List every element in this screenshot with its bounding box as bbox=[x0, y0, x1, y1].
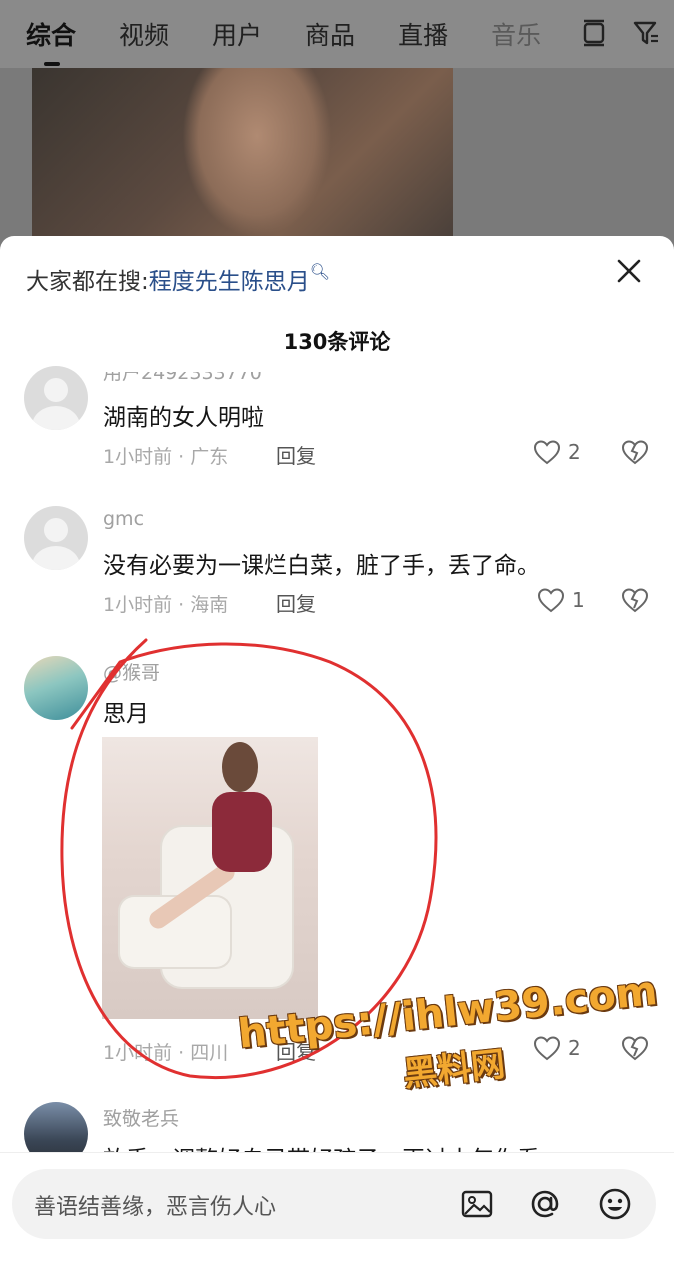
comment-username[interactable]: 致敬老兵 bbox=[103, 1104, 179, 1131]
reply-button[interactable]: 回复 bbox=[276, 440, 316, 469]
tab-music[interactable]: 音乐 bbox=[491, 16, 541, 52]
tab-products[interactable]: 商品 bbox=[305, 16, 355, 52]
comment-username[interactable]: gmc bbox=[103, 508, 144, 530]
comment-username[interactable]: @猴哥 bbox=[103, 658, 160, 685]
like-count: 1 bbox=[572, 588, 585, 612]
comment-meta: 1小时前 · 四川 bbox=[103, 1042, 229, 1064]
tab-users[interactable]: 用户 bbox=[212, 16, 262, 52]
reply-button[interactable]: 回复 bbox=[276, 588, 316, 617]
like-button[interactable]: 1 bbox=[536, 586, 585, 614]
comment-input[interactable]: 善语结善缘，恶言伤人心 bbox=[12, 1169, 656, 1239]
heart-icon bbox=[533, 440, 561, 465]
search-suggestion-prefix: 大家都在搜: bbox=[26, 269, 149, 295]
search-icon: 🔍︎ bbox=[309, 262, 331, 281]
comment-sheet: 大家都在搜:程度先生陈思月🔍︎ 130条评论 用户2492333770 湖南的女… bbox=[0, 236, 674, 1280]
tab-video[interactable]: 视频 bbox=[119, 16, 169, 52]
tabs: 综合 视频 用户 商品 直播 音乐 bbox=[0, 16, 541, 52]
comment-text: 湖南的女人明啦 bbox=[103, 405, 264, 431]
comment-text: 思月 bbox=[103, 701, 149, 727]
search-suggestion[interactable]: 大家都在搜:程度先生陈思月🔍︎ bbox=[26, 262, 330, 296]
comment-item: 用户2492333770 湖南的女人明啦 1小时前 · 广东 回复 2 bbox=[0, 362, 674, 472]
comment-meta: 1小时前 · 广东 bbox=[103, 446, 229, 468]
like-count: 2 bbox=[568, 440, 581, 464]
search-suggestion-term[interactable]: 程度先生陈思月 bbox=[149, 269, 310, 295]
avatar[interactable] bbox=[24, 656, 88, 720]
comment-meta: 1小时前 · 海南 bbox=[103, 594, 229, 616]
tab-live[interactable]: 直播 bbox=[398, 16, 448, 52]
comment-username[interactable]: 用户2492333770 bbox=[103, 372, 262, 385]
comment-image[interactable] bbox=[102, 737, 318, 1019]
mention-icon[interactable] bbox=[526, 1185, 564, 1223]
comment-text: 没有必要为一课烂白菜，脏了手，丢了命。 bbox=[103, 553, 540, 579]
image-icon[interactable] bbox=[458, 1185, 496, 1223]
comment-input-bar: 善语结善缘，恶言伤人心 bbox=[0, 1152, 674, 1281]
avatar[interactable] bbox=[24, 506, 88, 570]
like-button[interactable]: 2 bbox=[532, 438, 581, 466]
filter-icon[interactable] bbox=[632, 18, 660, 52]
avatar[interactable] bbox=[24, 366, 88, 430]
comment-input-placeholder: 善语结善缘，恶言伤人心 bbox=[34, 1195, 277, 1220]
comment-text: 放手，调整好自己带好孩子，再过十年你看 bbox=[103, 1140, 540, 1152]
active-tab-indicator bbox=[44, 62, 60, 66]
watermark-site-name: 黑料网 bbox=[401, 1044, 508, 1095]
broken-heart-icon[interactable] bbox=[620, 438, 650, 466]
avatar[interactable] bbox=[24, 1102, 88, 1152]
list-view-icon[interactable] bbox=[580, 18, 608, 52]
search-tab-bar: 综合 视频 用户 商品 直播 音乐 bbox=[0, 0, 674, 68]
broken-heart-icon[interactable] bbox=[620, 586, 650, 614]
close-icon[interactable] bbox=[612, 254, 646, 288]
tab-comprehensive[interactable]: 综合 bbox=[26, 16, 76, 52]
emoji-icon[interactable] bbox=[596, 1185, 634, 1223]
comment-count: 130条评论 bbox=[283, 330, 391, 354]
video-person-image bbox=[182, 68, 332, 238]
video-thumbnail[interactable] bbox=[32, 68, 453, 238]
heart-icon bbox=[537, 588, 565, 613]
comment-item: gmc 没有必要为一课烂白菜，脏了手，丢了命。 1小时前 · 海南 回复 1 bbox=[0, 502, 674, 622]
